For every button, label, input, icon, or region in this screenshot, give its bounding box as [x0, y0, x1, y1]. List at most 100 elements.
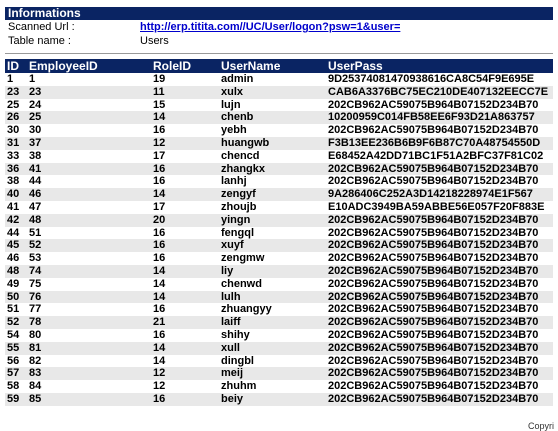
- cell-employeeid: 82: [29, 354, 42, 367]
- cell-username: chenb: [221, 111, 254, 124]
- header-id: ID: [7, 59, 19, 73]
- cell-id: 44: [7, 226, 20, 239]
- cell-username: dingbl: [221, 354, 254, 367]
- cell-employeeid: 81: [29, 341, 42, 354]
- cell-employeeid: 52: [29, 239, 42, 252]
- cell-employeeid: 37: [29, 136, 42, 149]
- cell-username: beiy: [221, 392, 244, 405]
- cell-userpass: 9D25374081470938616CA8C54F9E695E: [328, 73, 535, 85]
- cell-username: lanhj: [221, 175, 247, 188]
- cell-username: yingn: [221, 213, 251, 226]
- footer-copyright: Copyri: [527, 421, 554, 431]
- cell-roleid: 16: [153, 162, 166, 175]
- cell-employeeid: 44: [29, 175, 42, 188]
- table-row: 25 24 15 lujn 202CB962AC59075B964B07152D234B…: [5, 99, 553, 112]
- cell-roleid: 16: [153, 252, 166, 265]
- cell-username: zengmw: [221, 252, 265, 265]
- cell-username: lujn: [221, 98, 241, 111]
- cell-roleid: 11: [153, 85, 165, 98]
- cell-roleid: 15: [153, 98, 166, 111]
- table-row: 26 25 14 chenb 10200959C014FB58EE6F93D21A863…: [5, 111, 553, 125]
- cell-username: laiff: [221, 316, 241, 329]
- cell-employeeid: 23: [29, 85, 42, 98]
- cell-userpass: 202CB962AC59075B964B07152D234B70: [328, 277, 539, 290]
- cell-userpass: 202CB962AC59075B964B07152D234B70: [328, 252, 539, 265]
- cell-employeeid: 75: [29, 277, 42, 290]
- cell-roleid: 20: [153, 213, 166, 226]
- cell-employeeid: 1: [29, 73, 36, 85]
- cell-employeeid: 77: [29, 303, 42, 316]
- cell-employeeid: 25: [29, 111, 42, 124]
- cell-id: 26: [7, 111, 20, 124]
- cell-roleid: 16: [153, 226, 166, 239]
- cell-id: 48: [7, 264, 20, 277]
- cell-id: 56: [7, 354, 20, 367]
- cell-employeeid: 74: [29, 264, 42, 277]
- cell-roleid: 12: [153, 380, 166, 393]
- cell-id: 38: [7, 175, 20, 188]
- table-row: 30 30 16 yebh 202CB962AC59075B964B07152D234B…: [5, 124, 553, 137]
- cell-userpass: 202CB962AC59075B964B07152D234B70: [328, 367, 539, 380]
- cell-username: lulh: [221, 290, 241, 303]
- table-row: 31 37 12 huangwb F3B13EE236B6B9F6B87C70A4875…: [5, 136, 553, 150]
- table-row: 52 78 21 laiff 202CB962AC59075B964B07152D234…: [5, 316, 553, 329]
- cell-employeeid: 47: [29, 200, 42, 213]
- table-row: 57 83 12 meij 202CB962AC59075B964B07152D234B…: [5, 367, 553, 381]
- cell-roleid: 17: [153, 200, 166, 213]
- cell-roleid: 12: [153, 136, 166, 149]
- scanned-url-link[interactable]: http://erp.titita.com//UC/User/logon?psw…: [140, 21, 400, 34]
- table-row: 1 1 19 admin 9D25374081470938616CA8C54F9E695…: [5, 73, 553, 86]
- cell-username: zhoujb: [221, 200, 257, 213]
- cell-userpass: 202CB962AC59075B964B07152D234B70: [328, 290, 539, 303]
- table-row: 41 47 17 zhoujb E10ADC3949BA59ABBE56E057F20F…: [5, 201, 553, 214]
- cell-id: 1: [7, 73, 14, 85]
- cell-roleid: 16: [153, 124, 166, 137]
- cell-roleid: 12: [153, 367, 166, 380]
- cell-userpass: 202CB962AC59075B964B07152D234B70: [328, 380, 539, 393]
- table-row: 38 44 16 lanhj 202CB962AC59075B964B07152D234…: [5, 175, 553, 188]
- cell-id: 59: [7, 392, 20, 405]
- cell-id: 46: [7, 252, 20, 265]
- table-row: 46 53 16 zengmw 202CB962AC59075B964B07152D23…: [5, 252, 553, 265]
- cell-roleid: 19: [153, 73, 166, 85]
- cell-username: liy: [221, 264, 234, 277]
- cell-username: zhuangyy: [221, 303, 272, 316]
- cell-employeeid: 84: [29, 380, 42, 393]
- cell-userpass: 202CB962AC59075B964B07152D234B70: [328, 354, 539, 367]
- cell-userpass: 202CB962AC59075B964B07152D234B70: [328, 162, 539, 175]
- cell-username: zhuhm: [221, 380, 257, 393]
- cell-username: admin: [221, 73, 254, 85]
- table-row: 56 82 14 dingbl 202CB962AC59075B964B07152D23…: [5, 355, 553, 368]
- cell-username: meij: [221, 367, 244, 380]
- cell-userpass: 202CB962AC59075B964B07152D234B70: [328, 341, 539, 354]
- cell-id: 51: [7, 303, 20, 316]
- cell-id: 58: [7, 380, 20, 393]
- cell-userpass: 202CB962AC59075B964B07152D234B70: [328, 328, 539, 341]
- cell-roleid: 17: [153, 149, 166, 162]
- table-row: 54 80 16 shihy 202CB962AC59075B964B07152D234…: [5, 329, 553, 342]
- cell-id: 50: [7, 290, 20, 303]
- table-row: 45 52 16 xuyf 202CB962AC59075B964B07152D234B…: [5, 239, 553, 253]
- header-username: UserName: [221, 59, 281, 73]
- cell-id: 40: [7, 188, 20, 201]
- cell-employeeid: 46: [29, 188, 42, 201]
- users-table-body: 1 1 19 admin 9D25374081470938616CA8C54F9E695…: [5, 73, 553, 406]
- cell-roleid: 14: [153, 290, 166, 303]
- cell-id: 49: [7, 277, 20, 290]
- cell-id: 23: [7, 85, 20, 98]
- cell-id: 36: [7, 162, 20, 175]
- table-row: 48 74 14 liy 202CB962AC59075B964B07152D234B7…: [5, 264, 553, 278]
- cell-username: huangwb: [221, 136, 270, 149]
- cell-username: chencd: [221, 149, 260, 162]
- table-row: 59 85 16 beiy 202CB962AC59075B964B07152D234B…: [5, 392, 553, 406]
- cell-employeeid: 48: [29, 213, 42, 226]
- cell-username: chenwd: [221, 277, 262, 290]
- cell-userpass: 202CB962AC59075B964B07152D234B70: [328, 98, 539, 111]
- cell-id: 31: [7, 136, 20, 149]
- cell-userpass: 202CB962AC59075B964B07152D234B70: [328, 303, 539, 316]
- table-row: 51 77 16 zhuangyy 202CB962AC59075B964B07152D…: [5, 303, 553, 316]
- table-row: 58 84 12 zhuhm 202CB962AC59075B964B07152D234…: [5, 380, 553, 393]
- cell-userpass: 202CB962AC59075B964B07152D234B70: [328, 226, 539, 239]
- cell-id: 52: [7, 316, 20, 329]
- table-name-value: Users: [140, 35, 169, 47]
